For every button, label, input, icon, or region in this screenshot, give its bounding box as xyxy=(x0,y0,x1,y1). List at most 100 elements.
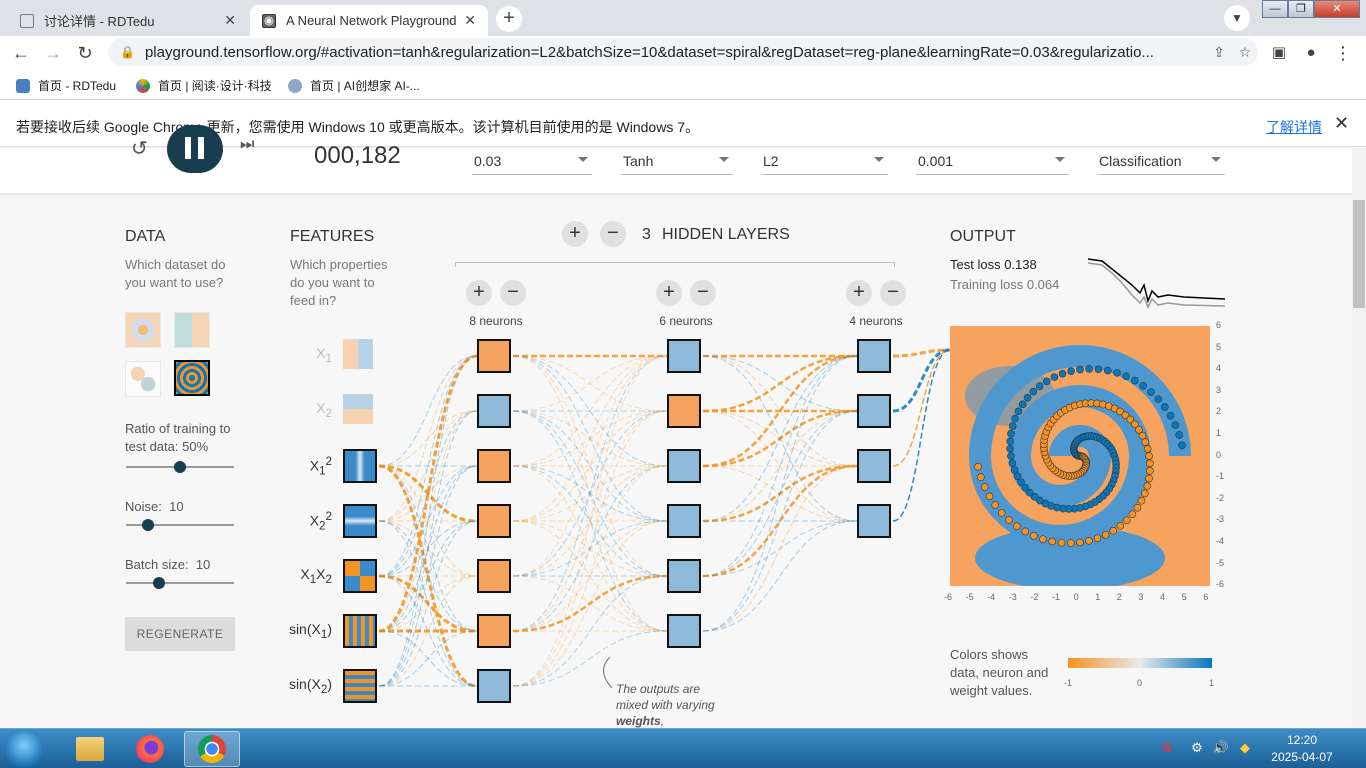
data-point xyxy=(1067,367,1075,376)
data-point xyxy=(1141,489,1149,498)
add-neuron-button[interactable]: + xyxy=(846,280,872,306)
data-point xyxy=(1143,482,1152,490)
data-point xyxy=(977,473,985,481)
windows-start-icon[interactable] xyxy=(4,730,44,768)
add-neuron-button[interactable]: + xyxy=(656,280,682,306)
weight-connection[interactable] xyxy=(702,520,858,632)
data-point xyxy=(1057,538,1066,547)
y-tick: 3 xyxy=(1216,384,1222,395)
clock-date: 2025-04-07 xyxy=(1271,750,1333,764)
neuron[interactable] xyxy=(477,504,511,538)
data-point xyxy=(1101,531,1110,539)
weight-connection[interactable] xyxy=(512,630,668,687)
data-point xyxy=(1013,472,1022,481)
weight-connection[interactable] xyxy=(702,354,858,413)
hidden-layers-label: HIDDEN LAYERS xyxy=(662,226,790,243)
training-loss-value: 0.064 xyxy=(1026,277,1060,292)
y-tick: 5 xyxy=(1216,341,1222,352)
y-tick: -5 xyxy=(1216,557,1225,568)
neuron[interactable] xyxy=(477,559,511,593)
neuron[interactable] xyxy=(667,449,701,483)
weight-connection[interactable] xyxy=(892,348,951,413)
weight-connection[interactable] xyxy=(512,355,668,632)
data-point xyxy=(1138,431,1147,440)
volume-icon[interactable]: 🔊 xyxy=(1212,740,1230,756)
x-tick: 4 xyxy=(1160,592,1166,602)
feature-x2[interactable] xyxy=(343,394,373,424)
neuron[interactable] xyxy=(857,394,891,428)
annotation-suffix: , xyxy=(660,714,665,728)
network-icon[interactable]: ⚙ xyxy=(1188,740,1206,756)
feature-label-x2: X2 xyxy=(316,400,332,420)
data-point xyxy=(1023,393,1032,402)
data-point xyxy=(1131,376,1139,385)
y-tick: -1 xyxy=(1216,471,1225,482)
data-point xyxy=(1143,445,1152,453)
layer1-neuron-count: 8 neurons xyxy=(469,314,523,328)
feature-x2-squared[interactable] xyxy=(343,504,377,538)
neuron[interactable] xyxy=(667,614,701,648)
remove-neuron-button[interactable]: − xyxy=(880,280,906,306)
neuron[interactable] xyxy=(857,449,891,483)
data-point xyxy=(980,483,989,491)
weight-connection[interactable] xyxy=(702,465,858,632)
weight-connection[interactable] xyxy=(512,355,668,522)
neuron[interactable] xyxy=(477,339,511,373)
neuron[interactable] xyxy=(477,614,511,648)
legend-max: 1 xyxy=(1209,678,1215,688)
weight-connection[interactable] xyxy=(702,355,858,632)
neuron[interactable] xyxy=(667,394,701,428)
feature-x1-squared[interactable] xyxy=(343,449,377,483)
add-layer-button[interactable]: + xyxy=(562,221,588,247)
data-point xyxy=(1145,452,1153,460)
data-point xyxy=(1008,422,1017,430)
neuron[interactable] xyxy=(477,394,511,428)
weight-connection[interactable] xyxy=(892,349,951,522)
neuron[interactable] xyxy=(667,339,701,373)
data-point xyxy=(1076,538,1084,547)
firefox-taskbar-icon[interactable] xyxy=(122,731,178,767)
output-decision-plot xyxy=(950,326,1210,586)
neuron[interactable] xyxy=(857,339,891,373)
x-tick: 0 xyxy=(1073,592,1079,602)
remove-neuron-button[interactable]: − xyxy=(690,280,716,306)
weight-connection[interactable] xyxy=(512,410,668,687)
training-loss-label: Training loss xyxy=(950,277,1024,292)
data-point xyxy=(1012,522,1021,530)
neuron[interactable] xyxy=(477,669,511,703)
data-point xyxy=(1094,365,1103,374)
feature-sin-x1[interactable] xyxy=(343,614,377,648)
neuron[interactable] xyxy=(667,559,701,593)
security-shield-icon[interactable]: ◆ xyxy=(1236,740,1254,756)
test-loss-label: Test loss xyxy=(950,257,1001,272)
sogou-ime-icon[interactable]: S xyxy=(1158,740,1176,756)
remove-layer-button[interactable]: − xyxy=(600,221,626,247)
neuron[interactable] xyxy=(667,504,701,538)
neuron[interactable] xyxy=(477,449,511,483)
annotation-bold: weights xyxy=(616,714,661,728)
data-point xyxy=(1007,429,1015,438)
data-point xyxy=(974,462,982,471)
x-tick: 2 xyxy=(1116,592,1122,602)
feature-x1[interactable] xyxy=(343,339,373,369)
remove-neuron-button[interactable]: − xyxy=(500,280,526,306)
neuron[interactable] xyxy=(857,504,891,538)
weight-connection[interactable] xyxy=(378,355,478,467)
x-tick: -2 xyxy=(1030,592,1039,602)
chrome-taskbar-icon[interactable] xyxy=(184,731,240,767)
taskbar-clock[interactable]: 12:20 2025-04-07 xyxy=(1262,732,1342,766)
add-neuron-button[interactable]: + xyxy=(466,280,492,306)
weight-connection[interactable] xyxy=(512,520,668,687)
data-point xyxy=(1042,377,1051,386)
data-point xyxy=(1137,496,1146,505)
weight-connection[interactable] xyxy=(702,355,858,522)
layer2-neuron-count: 6 neurons xyxy=(659,314,713,328)
feature-x1x2[interactable] xyxy=(343,559,377,593)
feature-sin-x2[interactable] xyxy=(343,669,377,703)
data-point xyxy=(1103,366,1112,375)
layer3-neuron-count: 4 neurons xyxy=(849,314,903,328)
data-point xyxy=(997,509,1006,517)
weight-connection[interactable] xyxy=(512,355,668,412)
weights-annotation: The outputs are mixed with varying weigh… xyxy=(616,681,726,729)
explorer-taskbar-icon[interactable] xyxy=(62,731,118,767)
